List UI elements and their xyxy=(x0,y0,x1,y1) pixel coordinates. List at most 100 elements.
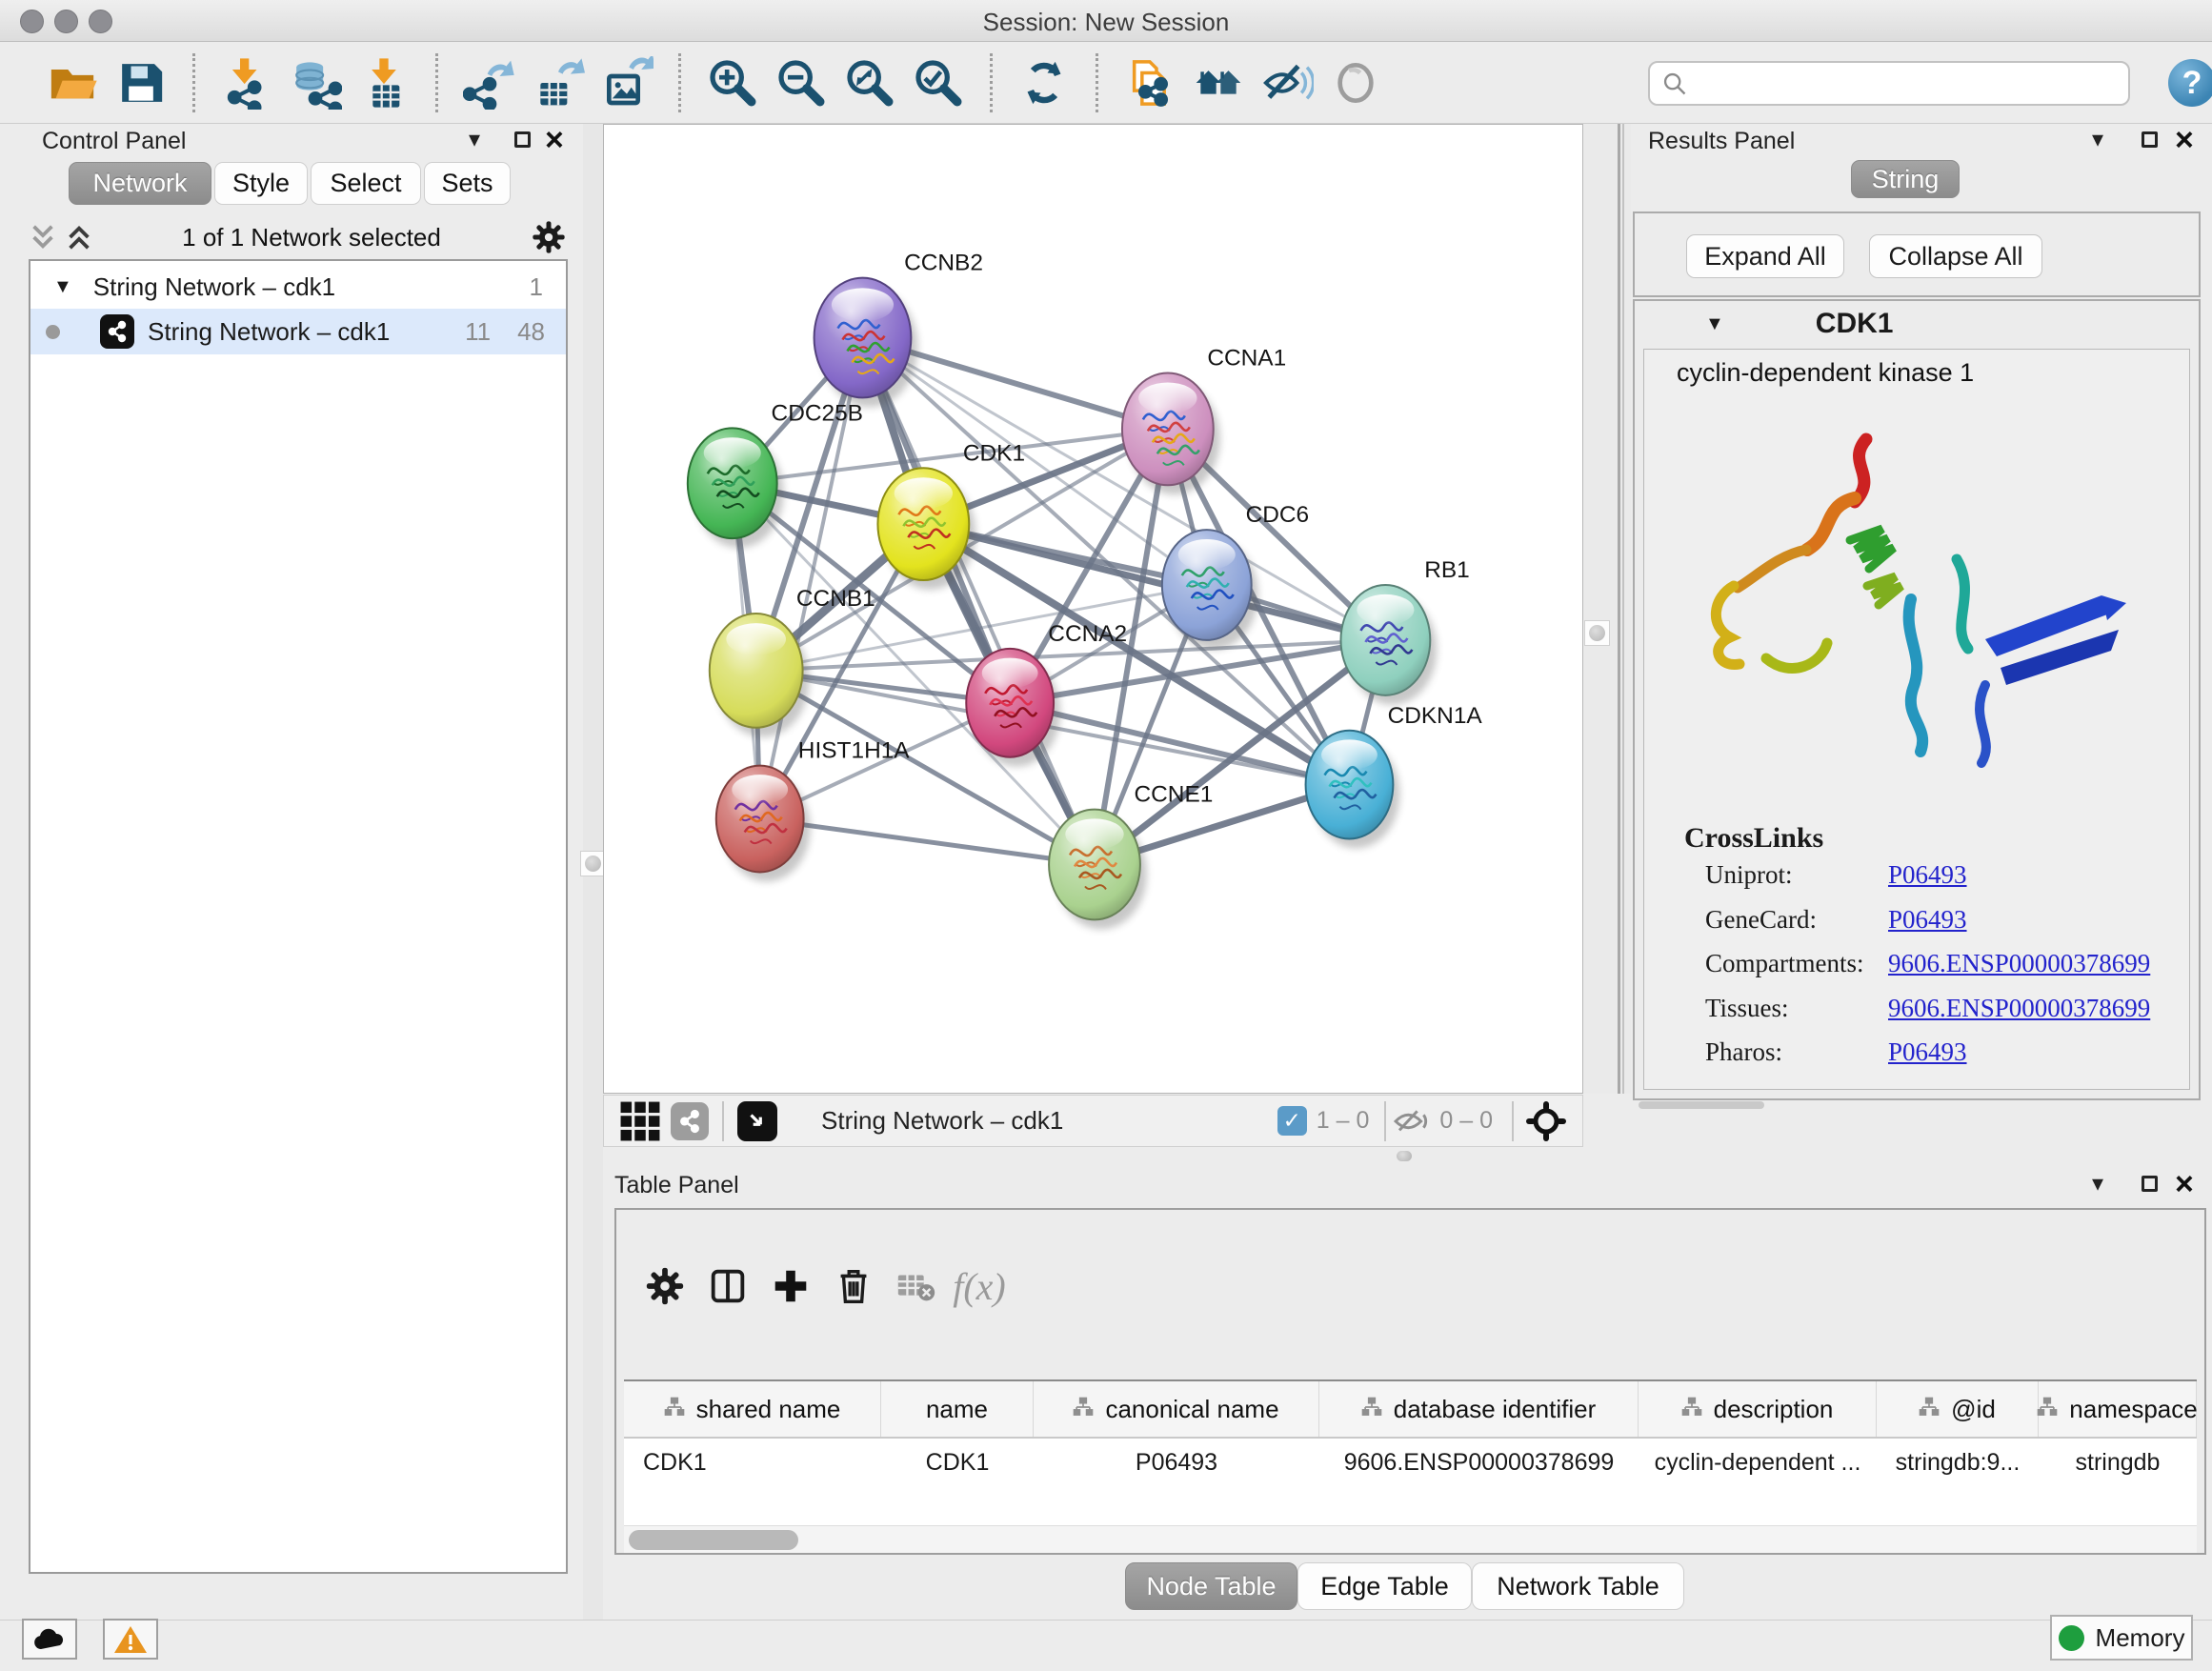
control-panel-menu-icon[interactable]: ▾ xyxy=(469,126,480,153)
tab-sets[interactable]: Sets xyxy=(424,162,511,205)
column-header-namespace[interactable]: namespace xyxy=(2039,1381,2197,1437)
export-image-icon[interactable] xyxy=(593,50,661,115)
column-header--id[interactable]: @id xyxy=(1877,1381,2039,1437)
cell--id[interactable]: stringdb:9... xyxy=(1877,1439,2039,1486)
memory-button[interactable]: Memory xyxy=(2050,1615,2193,1661)
export-table-icon[interactable] xyxy=(524,50,593,115)
tab-select[interactable]: Select xyxy=(311,162,421,205)
crosslink-link[interactable]: P06493 xyxy=(1888,1037,1967,1066)
function-builder-icon[interactable]: f(x) xyxy=(948,1259,1011,1313)
crosslink-link[interactable]: P06493 xyxy=(1888,905,1967,934)
column-header-database-identifier[interactable]: database identifier xyxy=(1319,1381,1639,1437)
import-table-icon[interactable] xyxy=(350,50,418,115)
zoom-fit-icon[interactable] xyxy=(835,50,904,115)
search-field[interactable] xyxy=(1648,61,2130,106)
left-splitter-handle[interactable] xyxy=(580,851,606,876)
control-panel-float-icon[interactable] xyxy=(514,131,531,148)
table-hscroll-thumb[interactable] xyxy=(629,1530,798,1550)
network-node-CCNB2[interactable]: CCNB2 xyxy=(814,251,983,408)
network-node-HIST1H1A[interactable]: HIST1H1A xyxy=(716,738,911,882)
network-node-CCNB1[interactable]: CCNB1 xyxy=(710,586,875,737)
search-input[interactable] xyxy=(1688,65,2128,103)
network-node-CDC25B[interactable]: CDC25B xyxy=(688,400,863,548)
save-session-icon[interactable] xyxy=(107,50,175,115)
zoom-in-icon[interactable] xyxy=(698,50,767,115)
table-panel-menu-icon[interactable]: ▾ xyxy=(2092,1170,2103,1198)
results-panel-float-icon[interactable] xyxy=(2142,131,2158,148)
right-splitter-handle[interactable] xyxy=(1584,620,1610,646)
table-panel-float-icon[interactable] xyxy=(2142,1176,2158,1192)
cell-shared-name[interactable]: CDK1 xyxy=(624,1439,881,1486)
selected-checkbox-icon[interactable]: ✓ xyxy=(1277,1106,1307,1136)
network-node-RB1[interactable]: RB1 xyxy=(1340,557,1469,705)
tab-style[interactable]: Style xyxy=(214,162,308,205)
bottom-splitter-handle[interactable] xyxy=(1397,1151,1412,1161)
export-network-icon[interactable] xyxy=(455,50,524,115)
network-row-selected[interactable]: String Network – cdk1 11 48 xyxy=(30,309,566,354)
network-collection-row[interactable]: ▼ String Network – cdk1 1 xyxy=(30,265,566,309)
delete-column-icon[interactable] xyxy=(822,1259,885,1313)
first-neighbors-icon[interactable] xyxy=(1184,50,1253,115)
results-panel-menu-icon[interactable]: ▾ xyxy=(2092,126,2103,153)
table-options-gear-icon[interactable] xyxy=(633,1259,696,1313)
tab-node-table[interactable]: Node Table xyxy=(1125,1562,1297,1610)
column-header-canonical-name[interactable]: canonical name xyxy=(1034,1381,1319,1437)
column-header-description[interactable]: description xyxy=(1639,1381,1877,1437)
network-node-CCNE1[interactable]: CCNE1 xyxy=(1049,782,1213,930)
network-node-CCNA1[interactable]: CCNA1 xyxy=(1122,346,1286,495)
table-panel-close-icon[interactable]: × xyxy=(2175,1174,2194,1195)
zoom-out-icon[interactable] xyxy=(767,50,835,115)
crosslink-link[interactable]: 9606.ENSP00000378699 xyxy=(1888,994,2150,1022)
import-database-icon[interactable] xyxy=(281,50,350,115)
zoom-selected-icon[interactable] xyxy=(904,50,973,115)
crosslink-link[interactable]: 9606.ENSP00000378699 xyxy=(1888,949,2150,977)
tree-expander-icon[interactable]: ▼ xyxy=(53,276,72,298)
tab-edge-table[interactable]: Edge Table xyxy=(1297,1562,1472,1610)
column-header-shared-name[interactable]: shared name xyxy=(624,1381,881,1437)
cloud-button[interactable] xyxy=(22,1619,77,1660)
cell-name[interactable]: CDK1 xyxy=(881,1439,1034,1486)
results-panel-close-icon[interactable]: × xyxy=(2175,130,2194,151)
results-hscroll-thumb[interactable] xyxy=(1639,1101,1764,1109)
show-all-icon[interactable] xyxy=(1321,50,1390,115)
gene-expander-icon[interactable]: ▼ xyxy=(1705,313,1724,335)
column-header-name[interactable]: name xyxy=(881,1381,1034,1437)
expand-all-button[interactable]: Expand All xyxy=(1686,234,1844,278)
clone-network-icon[interactable] xyxy=(1116,50,1184,115)
network-node-CDKN1A[interactable]: CDKN1A xyxy=(1306,703,1483,849)
network-edge-CDK1-RB1[interactable] xyxy=(923,524,1385,640)
import-network-icon[interactable] xyxy=(212,50,281,115)
network-canvas[interactable]: CCNB2CCNA1CDC25BCDK1CDC6RB1CCNB1CCNA2CDK… xyxy=(603,124,1583,1094)
tab-network-table[interactable]: Network Table xyxy=(1472,1562,1684,1610)
tab-network[interactable]: Network xyxy=(69,162,211,205)
open-session-icon[interactable] xyxy=(38,50,107,115)
gene-entry-header[interactable]: ▼ CDK1 xyxy=(1635,301,2199,347)
network-birdseye-icon[interactable] xyxy=(671,1102,709,1140)
show-columns-icon[interactable] xyxy=(696,1259,759,1313)
control-panel-close-icon[interactable]: × xyxy=(545,130,564,151)
cell-description[interactable]: cyclin-dependent ... xyxy=(1639,1439,1877,1486)
hide-selected-icon[interactable] xyxy=(1253,50,1321,115)
cell-namespace[interactable]: stringdb xyxy=(2039,1439,2197,1486)
cell-canonical-name[interactable]: P06493 xyxy=(1034,1439,1319,1486)
results-scrollbar-track[interactable] xyxy=(1618,124,1620,1094)
table-hscrollbar[interactable] xyxy=(624,1525,2197,1553)
delete-table-icon[interactable] xyxy=(885,1259,948,1313)
crosslink-link[interactable]: P06493 xyxy=(1888,860,1967,889)
table-row[interactable]: CDK1CDK1P064939606.ENSP00000378699cyclin… xyxy=(624,1439,2197,1486)
network-edge-CCNB2-CCNE1[interactable] xyxy=(862,338,1095,865)
collapse-all-button[interactable]: Collapse All xyxy=(1869,234,2042,278)
expand-all-icon[interactable] xyxy=(65,223,93,252)
crosshair-icon[interactable] xyxy=(1523,1098,1569,1144)
export-view-icon[interactable] xyxy=(737,1101,777,1141)
cell-database-identifier[interactable]: 9606.ENSP00000378699 xyxy=(1319,1439,1639,1486)
grid-view-icon[interactable] xyxy=(615,1095,665,1148)
warnings-button[interactable] xyxy=(103,1619,158,1660)
refresh-layout-icon[interactable] xyxy=(1010,50,1078,115)
help-button[interactable]: ? xyxy=(2168,59,2212,107)
tab-string[interactable]: String xyxy=(1851,160,1960,198)
hidden-eye-icon[interactable] xyxy=(1392,1107,1430,1136)
network-options-gear-icon[interactable] xyxy=(530,218,568,256)
collapse-all-icon[interactable] xyxy=(29,223,57,252)
add-column-icon[interactable] xyxy=(759,1259,822,1313)
